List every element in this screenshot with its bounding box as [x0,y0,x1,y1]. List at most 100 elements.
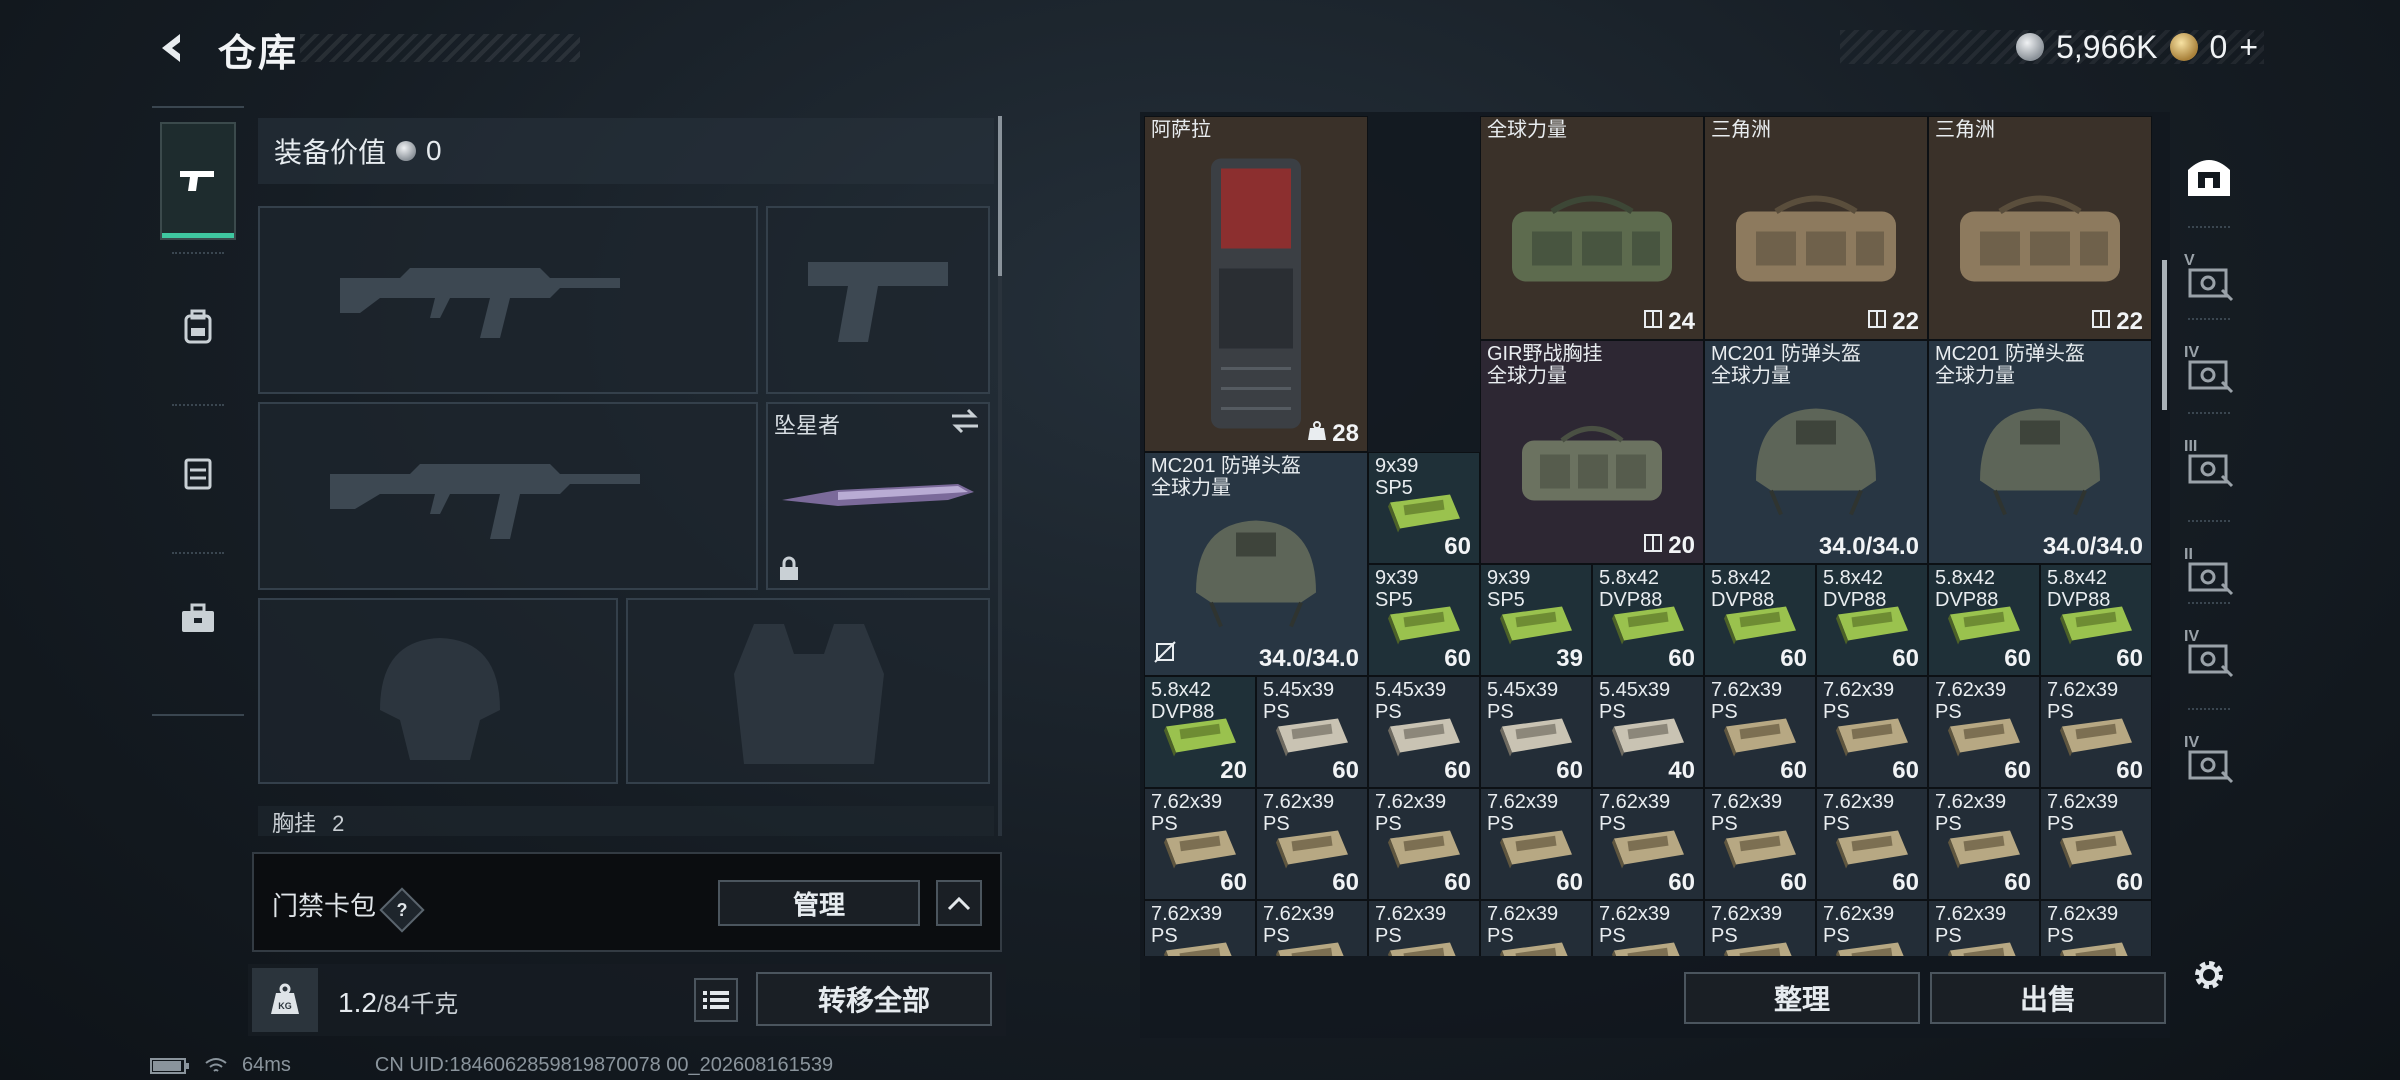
warehouse-item[interactable]: 7.62x39PS60 [1592,900,1704,956]
warehouse-item[interactable]: 5.8x42 DVP88 60 [1704,564,1816,676]
warehouse-item[interactable]: 7.62x39PS60 [2040,676,2152,788]
item-subname: 全球力量 [1935,365,2015,387]
tab-storage-II-4[interactable]: II [2178,542,2240,604]
warehouse-item[interactable]: 7.62x39PS60 [1480,788,1592,900]
warehouse-item[interactable]: 7.62x39PS60 [1592,788,1704,900]
item-subname: PS [2047,925,2074,947]
warehouse-item[interactable]: 5.45x39 PS 40 [1592,676,1704,788]
warehouse-item[interactable]: 7.62x39PS60 [1816,788,1928,900]
slots-icon [1642,309,1664,336]
item-name: 5.8x42 [1823,567,1884,589]
item-name: 5.8x42 [1935,567,1996,589]
warehouse-item[interactable]: 三角洲 22 [1704,116,1928,340]
item-name: 阿萨拉 [1151,119,1211,141]
warehouse-item[interactable]: 7.62x39PS60 [2040,900,2152,956]
no-fold-icon [1153,640,1177,669]
add-currency-button[interactable]: + [2239,29,2258,66]
warehouse-item[interactable]: 7.62x39PS60 [1816,676,1928,788]
swap-icon[interactable] [950,408,980,434]
item-name: 5.45x39 [1375,679,1447,701]
tab-storage-IV-5[interactable]: IV [2178,624,2240,686]
warehouse-item[interactable]: 5.8x42 DVP88 60 [2040,564,2152,676]
item-name: 5.45x39 [1487,679,1559,701]
equipment-scrollbar-thumb[interactable] [998,116,1002,276]
warehouse-item[interactable]: 5.8x42 DVP88 60 [1816,564,1928,676]
tab-safe-box[interactable] [2178,144,2240,206]
item-count: 34.0/34.0 [1818,533,1919,560]
tab-chest-rig[interactable] [160,414,236,532]
list-view-button[interactable] [694,978,738,1022]
warehouse-item[interactable]: 7.62x39PS60 [1928,900,2040,956]
item-name: MC201 防弹头盔 [1151,455,1302,477]
page-title: 仓库 [218,33,299,75]
warehouse-item[interactable]: 7.62x39PS60 [2040,788,2152,900]
warehouse-item[interactable]: MC201 防弹头盔 全球力量 34.0/34.0 [1704,340,1928,564]
warehouse-item[interactable]: 7.62x39PS60 [1704,676,1816,788]
pistol-silhouette-icon [808,262,948,342]
sort-button[interactable]: 整理 [1684,972,1920,1024]
weight-icon: KG [252,968,318,1032]
warehouse-item[interactable]: 5.8x42 DVP88 60 [1928,564,2040,676]
settings-button[interactable] [2186,952,2232,998]
secondary-weapon-slot[interactable] [258,402,758,590]
warehouse-item[interactable]: 7.62x39PS60 [1368,788,1480,900]
warehouse-item[interactable]: 7.62x39PS60 [1704,788,1816,900]
warehouse-scrollbar-thumb[interactable] [2162,260,2167,410]
primary-weapon-slot[interactable] [258,206,758,394]
item-subname: PS [1711,925,1738,947]
warehouse-item[interactable]: 7.62x39PS60 [1928,676,2040,788]
helmet-slot[interactable] [258,598,618,784]
storage-tier-icon: III [2184,438,2234,488]
tab-storage-IV-2[interactable]: IV [2178,340,2240,402]
tab-storage-IV-6[interactable]: IV [2178,730,2240,792]
storage-tier-icon: IV [2184,734,2234,784]
tab-storage-V-1[interactable]: V [2178,248,2240,310]
warehouse-item[interactable]: 5.45x39 PS 60 [1480,676,1592,788]
slots-icon [1642,533,1664,560]
tab-backpack[interactable] [160,268,236,386]
collapse-button[interactable] [936,880,982,926]
warehouse-item[interactable]: 5.8x42 DVP88 20 [1144,676,1256,788]
warehouse-item[interactable]: 7.62x39PS60 [1144,788,1256,900]
warehouse-item[interactable]: 9x39 SP5 60 [1368,452,1480,564]
item-name: 7.62x39 [1599,791,1671,813]
item-count: 60 [1444,869,1471,896]
tab-storage-III-3[interactable]: III [2178,434,2240,496]
warehouse-item[interactable]: GIR野战胸挂 全球力量 20 [1480,340,1704,564]
item-subname: PS [1935,813,1962,835]
item-name: 9x39 [1375,567,1419,589]
warehouse-item[interactable]: 全球力量 24 [1480,116,1704,340]
item-name: 7.62x39 [1935,903,2007,925]
warehouse-item[interactable]: 三角洲 22 [1928,116,2152,340]
warehouse-item[interactable]: 7.62x39PS60 [1144,900,1256,956]
warehouse-item[interactable]: MC201 防弹头盔 全球力量 34.0/34.0 [1928,340,2152,564]
warehouse-item[interactable]: 7.62x39PS60 [1368,900,1480,956]
manage-button[interactable]: 管理 [718,880,920,926]
warehouse-item[interactable]: 7.62x39PS60 [1480,900,1592,956]
item-count: 60 [1556,757,1583,784]
warehouse-item[interactable]: 7.62x39PS60 [1704,900,1816,956]
warehouse-item[interactable]: 5.45x39 PS 60 [1256,676,1368,788]
warehouse-item[interactable]: 9x39 SP5 39 [1480,564,1592,676]
warehouse-item[interactable]: MC201 防弹头盔 全球力量 34.0/34.0 [1144,452,1368,676]
warehouse-item[interactable]: 7.62x39PS60 [1816,900,1928,956]
back-button[interactable] [150,26,194,70]
warehouse-item[interactable]: 9x39 SP5 60 [1368,564,1480,676]
sell-button[interactable]: 出售 [1930,972,2166,1024]
warehouse-item[interactable]: 7.62x39PS60 [1928,788,2040,900]
help-icon[interactable]: ? [379,886,425,933]
warehouse-item[interactable]: 7.62x39PS60 [1256,788,1368,900]
warehouse-item[interactable]: 7.62x39PS60 [1256,900,1368,956]
transfer-all-button[interactable]: 转移全部 [756,972,992,1026]
chest-rig-row[interactable]: 胸挂 2 [258,806,994,836]
melee-slot[interactable]: 坠星者 [766,402,990,590]
armor-slot[interactable] [626,598,990,784]
warehouse-item[interactable]: 阿萨拉 28 [1144,116,1368,452]
warehouse-item[interactable]: 5.45x39 PS 60 [1368,676,1480,788]
tab-case[interactable] [160,560,236,678]
tab-weapons[interactable] [160,122,236,240]
sidearm-slot[interactable] [766,206,990,394]
warehouse-item[interactable]: 5.8x42 DVP88 60 [1592,564,1704,676]
helmet-silhouette-icon [380,638,500,760]
helmet-icon [1181,513,1331,638]
